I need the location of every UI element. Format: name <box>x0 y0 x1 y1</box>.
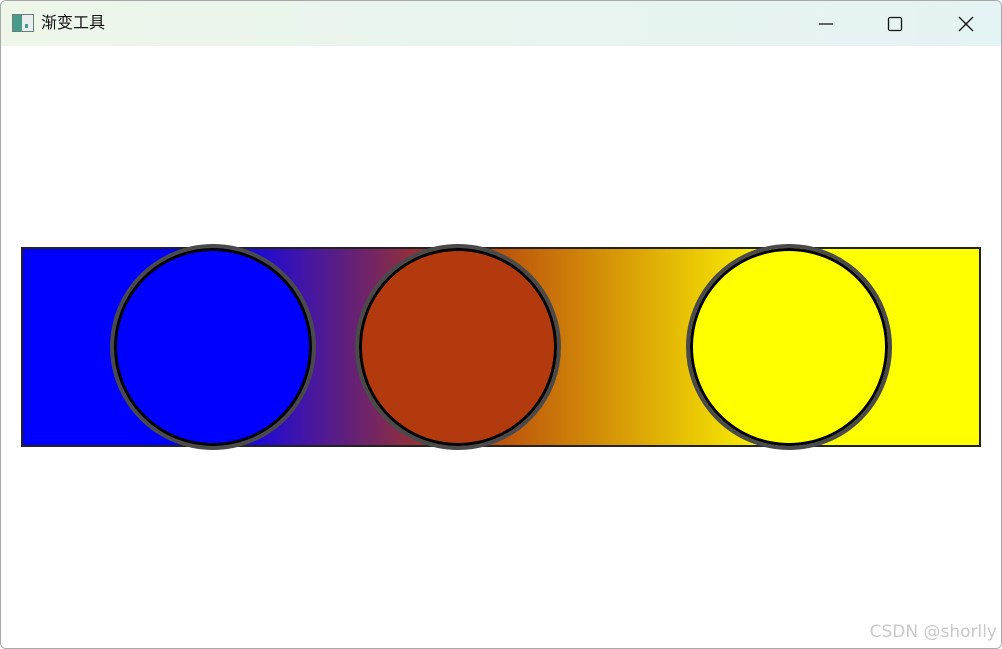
maximize-button[interactable] <box>861 1 929 46</box>
window-title: 渐变工具 <box>41 13 106 32</box>
maximize-icon <box>887 16 903 32</box>
minimize-button[interactable] <box>792 1 860 46</box>
title-bar[interactable]: 渐变工具 <box>1 1 1001 46</box>
app-window: 渐变工具 CSDN @shorlly <box>0 0 1002 649</box>
gradient-stop-handle[interactable] <box>110 244 316 450</box>
gradient-stop-handle[interactable] <box>686 244 892 450</box>
drawing-canvas[interactable] <box>1 46 1001 648</box>
close-icon <box>958 16 974 32</box>
app-icon <box>12 14 34 32</box>
gradient-stop-handle[interactable] <box>354 244 561 450</box>
close-button[interactable] <box>932 1 1000 46</box>
watermark: CSDN @shorlly <box>869 622 997 642</box>
minimize-icon <box>819 23 833 25</box>
